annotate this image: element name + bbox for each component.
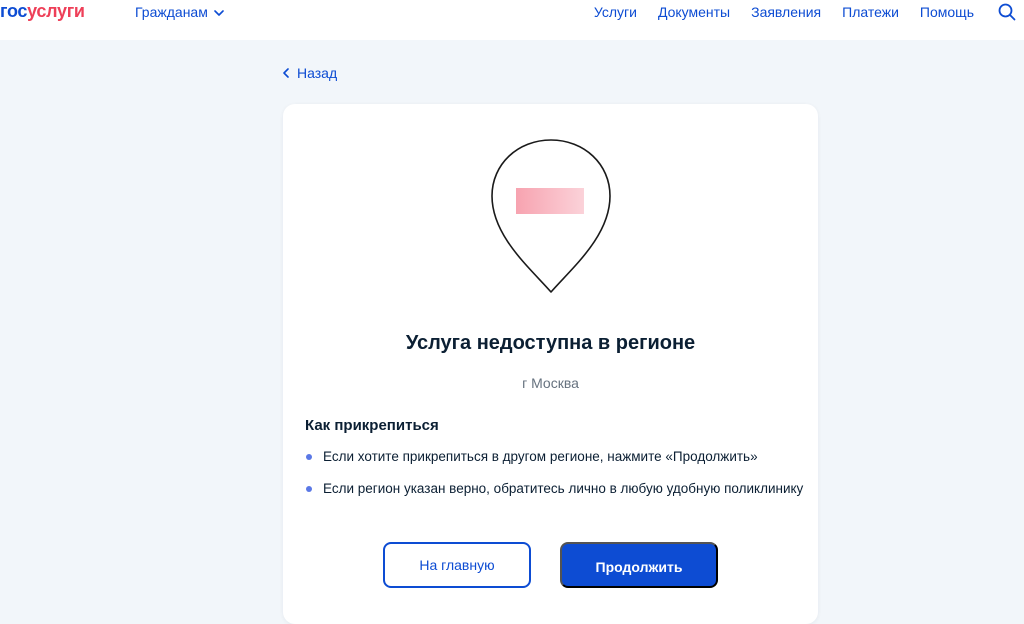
howto-heading: Как прикрепиться	[305, 417, 439, 434]
region-flag-icon	[516, 188, 584, 214]
bullet-icon	[306, 454, 312, 460]
main-nav: Услуги Документы Заявления Платежи Помощ…	[594, 0, 1024, 24]
audience-label: Гражданам	[135, 4, 208, 20]
gosuslugi-logo[interactable]: госуслуги	[0, 0, 85, 24]
logo-text-gos: гос	[0, 1, 28, 21]
chevron-down-icon	[214, 9, 224, 16]
top-header: госуслуги Гражданам Услуги Документы Зая…	[0, 0, 1024, 40]
bullet-icon	[306, 486, 312, 492]
nav-services[interactable]: Услуги	[594, 1, 637, 23]
nav-applications[interactable]: Заявления	[751, 1, 821, 23]
region-name: г Москва	[522, 375, 579, 391]
nav-payments[interactable]: Платежи	[842, 1, 899, 23]
list-item-text: Если хотите прикрепиться в другом регион…	[323, 449, 758, 464]
audience-dropdown[interactable]: Гражданам	[135, 3, 224, 21]
nav-help[interactable]: Помощь	[920, 1, 974, 23]
page-title: Услуга недоступна в регионе	[405, 332, 696, 354]
search-icon[interactable]	[998, 3, 1016, 21]
back-link[interactable]: Назад	[283, 64, 337, 82]
back-label: Назад	[297, 65, 338, 81]
nav-documents[interactable]: Документы	[658, 1, 730, 23]
logo-text-uslugi: услуги	[27, 1, 85, 21]
chevron-left-icon	[283, 68, 289, 78]
home-button[interactable]: На главную	[383, 542, 531, 588]
continue-button[interactable]: Продолжить	[560, 542, 718, 588]
list-item-text: Если регион указан верно, обратитесь лич…	[323, 481, 804, 496]
location-pin-illustration	[491, 139, 611, 293]
list-item: Если хотите прикрепиться в другом регион…	[305, 446, 805, 467]
list-item: Если регион указан верно, обратитесь лич…	[305, 478, 805, 499]
instructions-list: Если хотите прикрепиться в другом регион…	[305, 446, 805, 499]
